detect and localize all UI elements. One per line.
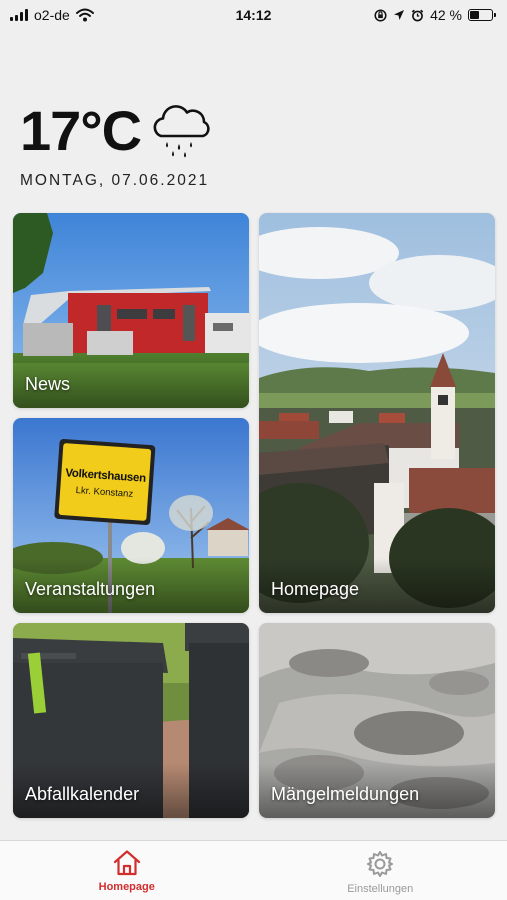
town-sign-name: Volkertshausen [64,467,147,485]
town-sign: Volkertshausen Lkr. Konstanz [59,445,152,523]
battery-icon [468,9,496,21]
screen-lock-icon [374,8,387,22]
gear-icon [367,851,394,877]
alarm-icon [411,9,424,21]
tile-abfallkalender-label: Abfallkalender [25,784,140,804]
battery-fill [470,11,479,19]
tile-maengelmeldungen-label: Mängelmeldungen [271,784,420,804]
tab-homepage[interactable]: Homepage [0,841,254,900]
homepage-photo [259,213,495,613]
temperature: 17°C [20,99,142,162]
tab-bar: Homepage Einstellungen [0,840,507,900]
tile-veranstaltungen-label: Veranstaltungen [25,579,156,599]
weather-widget: 17°C MONTAG, 07.06.2021 [20,100,213,190]
status-left: o2-de [10,7,94,23]
current-date: MONTAG, 07.06.2021 [20,172,210,189]
status-bar: o2-de 14:12 42 % [0,0,507,30]
battery-percentage: 42 % [430,7,462,23]
carrier-name: o2-de [34,7,70,23]
tile-news-label: News [25,374,71,394]
tile-maengelmeldungen[interactable]: Mängelmeldungen [259,623,495,818]
signal-icon [10,9,28,21]
status-right: 42 % [374,7,496,23]
wifi-icon [75,8,94,22]
rain-cloud-icon [153,105,210,158]
tab-einstellungen-label: Einstellungen [347,883,414,895]
tab-einstellungen[interactable]: Einstellungen [254,841,507,900]
tile-veranstaltungen[interactable]: Volkertshausen Lkr. Konstanz Veranstaltu… [13,418,249,613]
tile-homepage-label: Homepage [271,579,360,599]
town-sign-district: Lkr. Konstanz [75,484,134,500]
tile-news[interactable]: News [13,213,249,408]
tile-homepage[interactable]: Homepage [259,213,495,613]
tile-abfallkalender[interactable]: Abfallkalender [13,623,249,818]
home-icon [113,850,140,876]
location-icon [394,10,405,20]
tab-homepage-label: Homepage [98,881,155,893]
